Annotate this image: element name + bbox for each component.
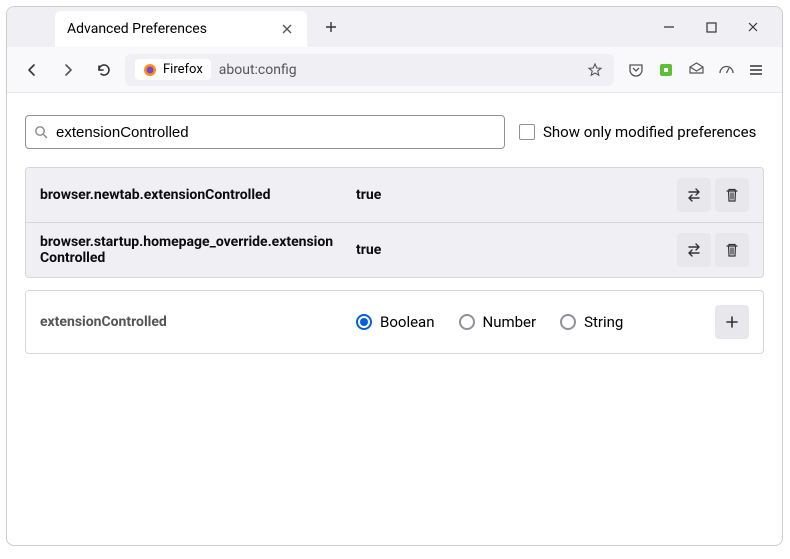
delete-button[interactable] — [715, 178, 749, 212]
radio-label: Number — [483, 313, 537, 331]
firefox-icon — [143, 63, 157, 77]
preference-name: browser.startup.homepage_override.extens… — [40, 234, 340, 266]
url-text: about:config — [219, 62, 578, 78]
maximize-button[interactable] — [704, 20, 718, 34]
config-content: Show only modified preferences browser.n… — [7, 93, 782, 376]
preference-row: browser.newtab.extensionControlled true — [26, 168, 763, 222]
preference-row: browser.startup.homepage_override.extens… — [26, 222, 763, 277]
toolbar-actions — [620, 60, 772, 80]
new-preference-name: extensionControlled — [40, 314, 340, 330]
toggle-button[interactable] — [677, 178, 711, 212]
new-preference-row: extensionControlled Boolean Number Strin… — [25, 290, 764, 354]
preference-value: true — [356, 242, 661, 258]
radio-icon — [560, 314, 576, 330]
browser-window: Advanced Preferences — [6, 6, 783, 546]
radio-icon — [459, 314, 475, 330]
add-button[interactable] — [715, 305, 749, 339]
type-radio-string[interactable]: String — [560, 313, 623, 331]
search-box[interactable] — [25, 115, 505, 149]
radio-label: String — [584, 313, 623, 331]
back-button[interactable] — [17, 55, 47, 85]
type-radio-number[interactable]: Number — [459, 313, 537, 331]
close-tab-icon[interactable] — [279, 21, 295, 37]
modified-only-checkbox-row[interactable]: Show only modified preferences — [519, 123, 756, 141]
browser-tab[interactable]: Advanced Preferences — [55, 11, 307, 47]
radio-label: Boolean — [380, 313, 435, 331]
new-tab-button[interactable] — [317, 13, 345, 41]
preference-actions — [677, 178, 749, 212]
type-radio-group: Boolean Number String — [356, 313, 699, 331]
pocket-icon[interactable] — [626, 60, 646, 80]
tab-title: Advanced Preferences — [67, 21, 207, 37]
mail-icon[interactable] — [686, 60, 706, 80]
search-input[interactable] — [56, 124, 496, 141]
radio-icon — [356, 314, 372, 330]
preference-name: browser.newtab.extensionControlled — [40, 187, 340, 203]
identity-label: Firefox — [163, 62, 203, 77]
window-controls — [662, 20, 782, 34]
checkbox-icon[interactable] — [519, 124, 535, 140]
navigation-toolbar: Firefox about:config — [7, 47, 782, 93]
bookmark-star-icon[interactable] — [586, 62, 604, 78]
preferences-table: browser.newtab.extensionControlled true … — [25, 167, 764, 278]
dashboard-icon[interactable] — [716, 60, 736, 80]
type-radio-boolean[interactable]: Boolean — [356, 313, 435, 331]
toggle-button[interactable] — [677, 233, 711, 267]
extension-icon[interactable] — [656, 60, 676, 80]
checkbox-label: Show only modified preferences — [543, 123, 756, 141]
identity-box[interactable]: Firefox — [135, 59, 211, 80]
reload-button[interactable] — [89, 55, 119, 85]
search-icon — [34, 125, 48, 139]
menu-icon[interactable] — [746, 60, 766, 80]
close-window-button[interactable] — [746, 20, 760, 34]
minimize-button[interactable] — [662, 20, 676, 34]
tab-bar: Advanced Preferences — [7, 7, 782, 47]
forward-button[interactable] — [53, 55, 83, 85]
preference-actions — [677, 233, 749, 267]
search-row: Show only modified preferences — [25, 115, 764, 149]
preference-value: true — [356, 187, 661, 203]
delete-button[interactable] — [715, 233, 749, 267]
address-bar[interactable]: Firefox about:config — [125, 54, 614, 86]
